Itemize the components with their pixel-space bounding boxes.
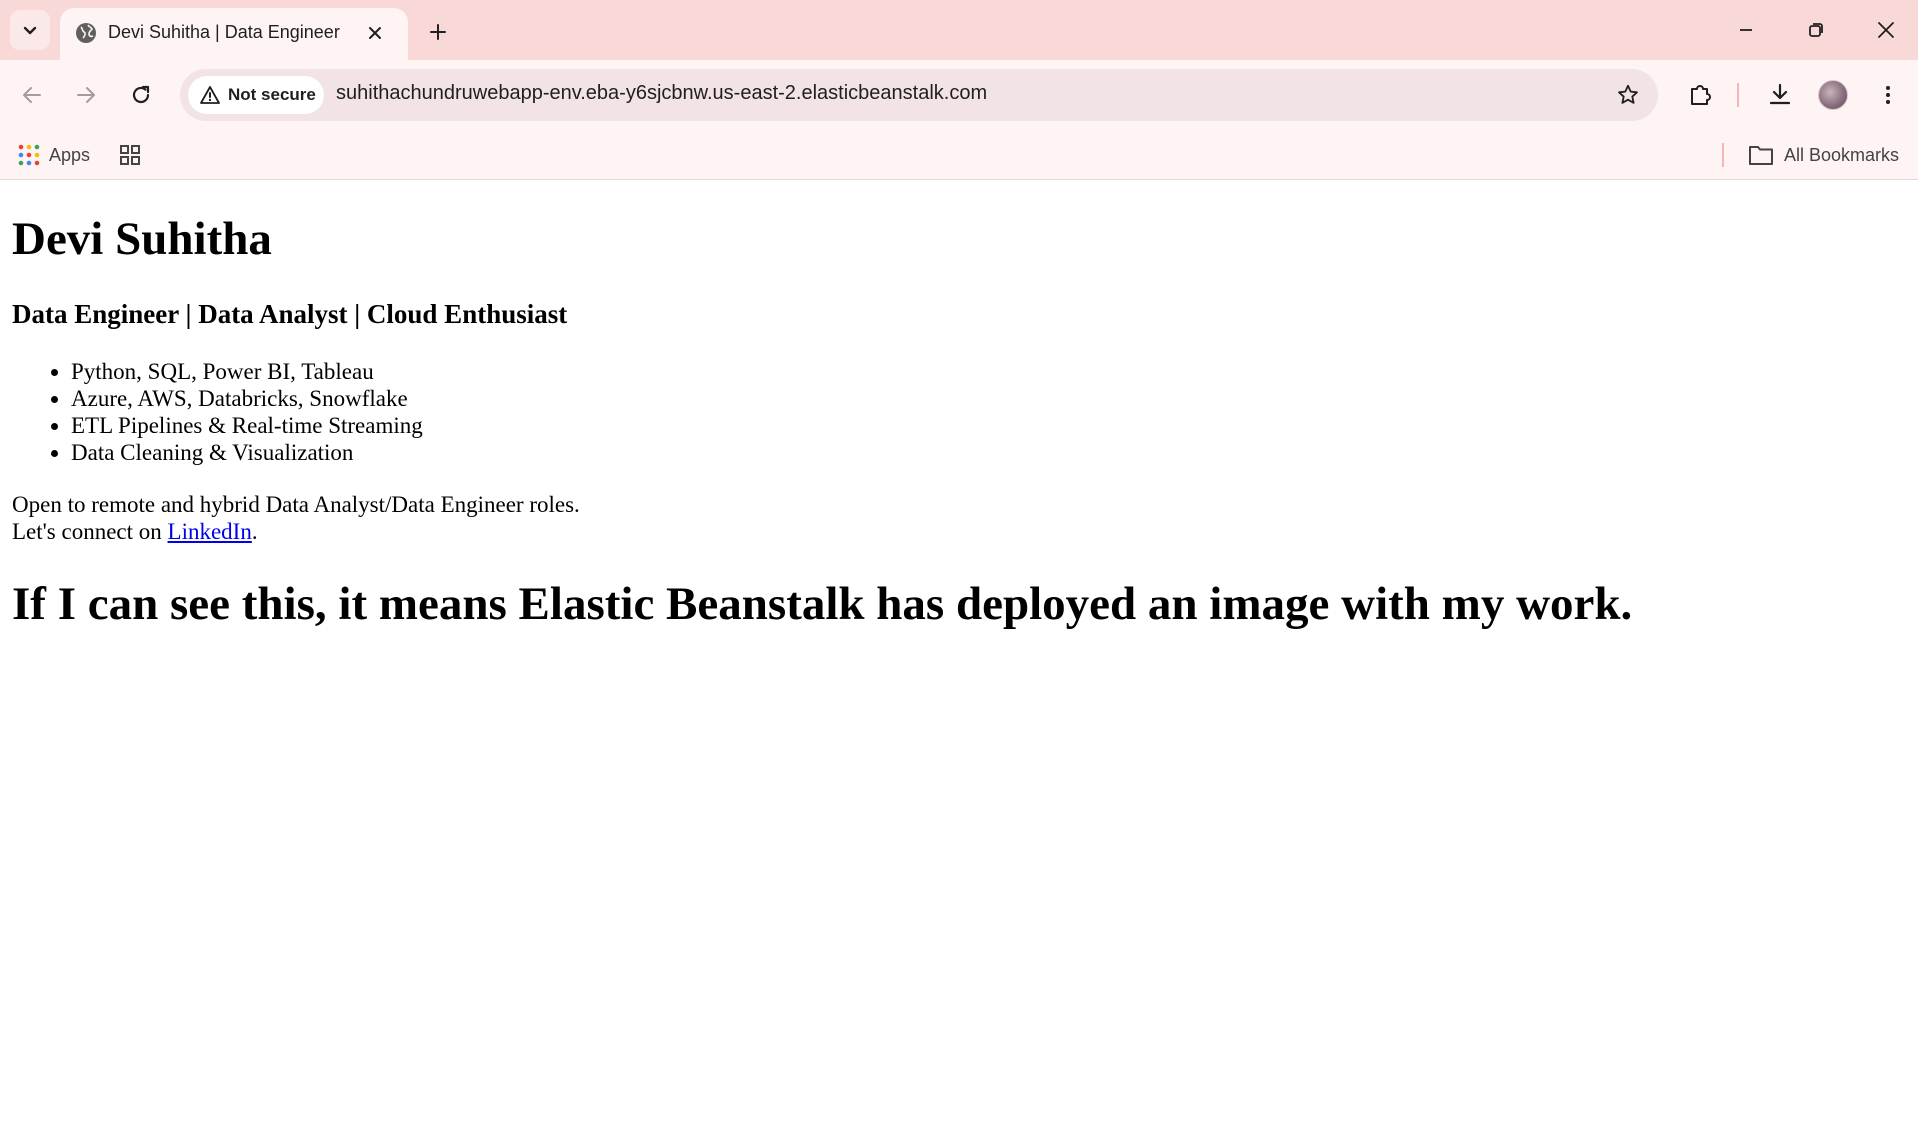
open-to-text: Open to remote and hybrid Data Analyst/D…: [12, 492, 580, 517]
site-info-chip[interactable]: Not secure: [188, 76, 324, 114]
linkedin-link[interactable]: LinkedIn: [168, 519, 252, 544]
browser-toolbar: Not secure suhithachundruwebapp-env.eba-…: [0, 60, 1918, 130]
warning-icon: [200, 86, 220, 104]
new-tab-button[interactable]: [420, 14, 456, 50]
plus-icon: [430, 24, 446, 40]
toolbar-divider: [1737, 83, 1739, 107]
arrow-left-icon: [23, 87, 41, 103]
connect-prefix-text: Let's connect on: [12, 519, 168, 544]
close-icon: [1878, 22, 1894, 38]
apps-label: Apps: [49, 144, 91, 165]
tab-search-button[interactable]: [10, 10, 50, 50]
bookmarks-divider: [1722, 143, 1724, 167]
tab-close-button[interactable]: [362, 20, 388, 46]
page-title: Devi Suhitha: [12, 213, 272, 265]
security-label: Not secure: [228, 85, 316, 104]
page-content: Devi Suhitha Data Engineer | Data Analys…: [0, 181, 1918, 1126]
tab-strip: Devi Suhitha | Data Engineer: [0, 0, 1918, 60]
connect-suffix-text: .: [251, 519, 258, 544]
all-bookmarks-label: All Bookmarks: [1784, 144, 1900, 165]
back-button[interactable]: [12, 75, 52, 115]
globe-icon: [76, 23, 96, 43]
restore-icon: [1809, 23, 1823, 37]
arrow-right-icon: [77, 87, 95, 103]
skills-list: Python, SQL, Power BI, Tableau Azure, AW…: [12, 358, 423, 466]
chevron-down-icon: [23, 26, 37, 35]
apps-grid-icon: [18, 144, 40, 166]
tab-title: Devi Suhitha | Data Engineer: [108, 22, 340, 42]
reload-icon: [132, 85, 150, 104]
list-item: Data Cleaning & Visualization: [71, 439, 423, 466]
list-item: Python, SQL, Power BI, Tableau: [71, 358, 423, 385]
folder-icon: [1749, 146, 1773, 165]
tab-groups-icon: [120, 145, 140, 165]
puzzle-icon: [1691, 85, 1711, 105]
profile-avatar[interactable]: [1818, 80, 1848, 110]
active-tab[interactable]: Devi Suhitha | Data Engineer: [60, 8, 408, 60]
bookmark-star-button[interactable]: [1612, 79, 1644, 111]
page-tagline: Data Engineer | Data Analyst | Cloud Ent…: [12, 299, 568, 329]
reload-button[interactable]: [121, 75, 161, 115]
browser-menu-button[interactable]: [1868, 75, 1908, 115]
tab-groups-button[interactable]: [114, 139, 146, 171]
kebab-menu-icon: [1886, 86, 1890, 104]
minimize-button[interactable]: [1724, 8, 1768, 52]
close-window-button[interactable]: [1864, 8, 1908, 52]
star-icon: [1618, 84, 1638, 104]
url-text[interactable]: suhithachundruwebapp-env.eba-y6sjcbnw.us…: [336, 82, 987, 105]
list-item: ETL Pipelines & Real-time Streaming: [71, 412, 423, 439]
downloads-button[interactable]: [1760, 75, 1800, 115]
all-bookmarks-button[interactable]: All Bookmarks: [1748, 139, 1899, 171]
deploy-message: If I can see this, it means Elastic Bean…: [12, 578, 1633, 630]
forward-button[interactable]: [66, 75, 106, 115]
list-item: Azure, AWS, Databricks, Snowflake: [71, 385, 423, 412]
apps-bookmark[interactable]: Apps: [18, 139, 90, 171]
minimize-icon: [1740, 29, 1752, 31]
extensions-button[interactable]: [1680, 75, 1720, 115]
bookmarks-bar: Apps All Bookmarks: [0, 130, 1918, 180]
address-bar[interactable]: Not secure suhithachundruwebapp-env.eba-…: [180, 69, 1658, 121]
restore-button[interactable]: [1794, 8, 1838, 52]
contact-paragraph: Open to remote and hybrid Data Analyst/D…: [12, 491, 580, 545]
close-icon: [369, 27, 381, 39]
download-icon: [1769, 83, 1791, 105]
